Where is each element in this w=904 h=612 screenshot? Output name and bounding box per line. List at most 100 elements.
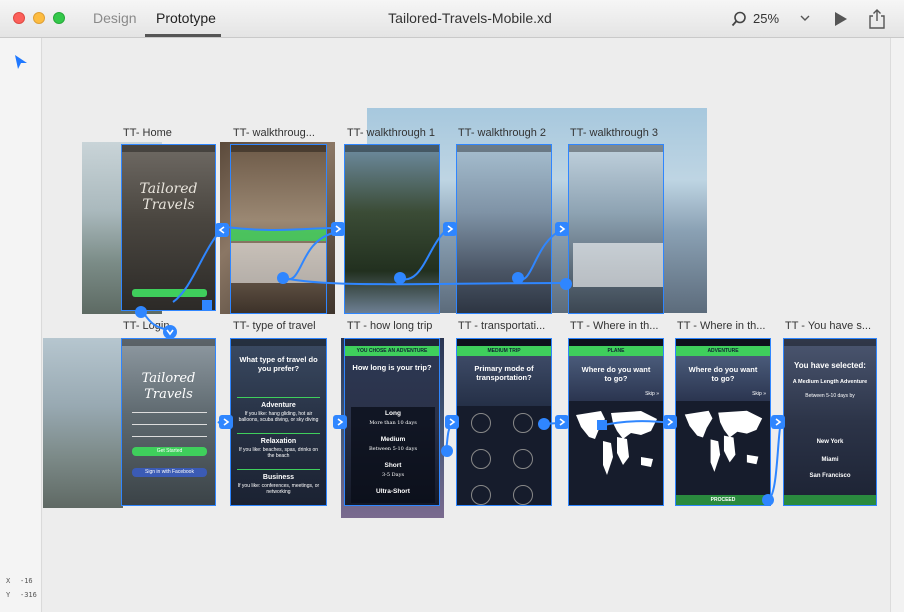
bus-option-icon [513,485,533,505]
login-logo-line2: Travels [144,387,193,402]
wire-node[interactable] [277,272,289,284]
title-bar: Design Prototype Tailored-Travels-Mobile… [0,0,904,38]
short-duration: 3-5 Days [381,472,405,478]
hotspot-arrow-right-icon[interactable] [555,415,569,429]
hotspot-arrow-left-icon[interactable] [215,223,229,237]
facebook-signin-button: Sign in with Facebook [132,468,207,477]
artboard-home[interactable]: Tailored Travels [121,144,216,311]
relaxation-label: Relaxation [260,438,297,445]
option-business: Business If you like: conferences, meetin… [236,469,321,495]
artboard-label-transportation[interactable]: TT - transportati... [458,320,563,332]
medium-duration: Between 5-10 days [368,446,418,452]
artboard-where-2[interactable]: ADVENTURE Where do you want to go? Skip … [675,338,771,506]
selected-days: Between 5-10 days by [805,393,855,399]
hotspot-arrow-right-icon[interactable] [333,415,347,429]
active-tab-indicator [145,34,221,37]
share-icon[interactable] [868,8,886,30]
hotspot-arrow-right-icon[interactable] [443,222,457,236]
artboard-label-home[interactable]: TT- Home [123,127,228,139]
where-1-skip: Skip » [645,391,659,397]
artboard-how-long-trip[interactable]: YOU CHOSE AN ADVENTURE How long is your … [344,338,440,506]
select-arrow-icon[interactable] [14,54,28,70]
wire-node[interactable] [538,418,550,430]
vertical-scrollbar[interactable] [890,38,904,612]
artboard-label-type-of-travel[interactable]: TT- type of travel [233,320,338,332]
adventure-desc: If you like: hang gliding, hot air ballo… [238,411,319,423]
hotspot-arrow-right-icon[interactable] [555,222,569,236]
close-window-button[interactable] [13,12,25,24]
play-icon[interactable] [834,11,848,27]
artboard-type-of-travel[interactable]: What type of travel do you prefer? Adven… [230,338,327,506]
adventure-label: Adventure [261,402,296,409]
wire-node[interactable] [394,272,406,284]
get-started-button: Get Started [132,447,207,456]
where-2-header: ADVENTURE [676,346,770,356]
hotspot-arrow-right-icon[interactable] [219,415,233,429]
hotspot-arrow-right-icon[interactable] [771,415,785,429]
motorcycle-option-icon [513,449,533,469]
cursor-y-readout: Y -316 [6,591,37,599]
wire-node[interactable] [597,420,607,430]
xd-window: Design Prototype Tailored-Travels-Mobile… [0,0,904,612]
artboard-label-walkthrough-3[interactable]: TT- walkthrough 3 [570,127,675,139]
tab-prototype[interactable]: Prototype [156,10,216,26]
wire-node[interactable] [560,278,572,290]
artboard-walkthrough-2[interactable] [456,144,552,314]
option-medium: Medium [380,436,406,443]
option-relaxation: Relaxation If you like: beaches, spas, dr… [236,433,321,459]
artboard-label-how-long-trip[interactable]: TT - how long trip [347,320,452,332]
artboard-login[interactable]: Tailored Travels Get Started Sign in wit… [121,338,216,506]
cursor-x-readout: X -16 [6,577,33,585]
y-label: Y [6,591,11,599]
login-logo-line1: Tailored [141,371,196,386]
artboard-you-have-selected[interactable]: You have selected: A Medium Length Adven… [783,338,877,506]
wire-node[interactable] [762,494,774,506]
relaxation-desc: If you like: beaches, spas, drinks on th… [238,447,319,459]
prototype-canvas[interactable]: TT- Home TT- walkthroug... TT- walkthrou… [43,38,890,612]
duration-options: Long More than 10 days Medium Between 5-… [351,407,435,503]
selected-city-san-francisco: San Francisco [809,473,851,479]
maximize-window-button[interactable] [53,12,65,24]
hotspot-arrow-down-icon[interactable] [163,325,177,339]
x-value: -16 [20,577,33,585]
artboard-label-you-have-selected[interactable]: TT - You have s... [785,320,890,332]
artboard-label-walkthrough[interactable]: TT- walkthroug... [233,127,338,139]
selected-footer-bar [784,495,876,505]
artboard-where-1[interactable]: PLANE Where do you want to go? Skip » [568,338,664,506]
artboard-walkthrough-3[interactable] [568,144,664,314]
artboard-label-walkthrough-2[interactable]: TT- walkthrough 2 [458,127,563,139]
zoom-level[interactable]: 25% [753,11,779,26]
artboard-walkthrough-1[interactable] [344,144,440,314]
artboard-label-where-1[interactable]: TT - Where in th... [570,320,675,332]
how-long-header: YOU CHOSE AN ADVENTURE [345,346,439,356]
world-map-image [684,410,763,472]
home-logo-line1: Tailored [139,181,198,197]
landscape-background-image [43,338,123,508]
plane-option-icon [513,413,533,433]
wire-node[interactable] [202,300,212,310]
wire-node[interactable] [441,445,453,457]
train-option-icon [471,485,491,505]
car-option-icon [471,413,491,433]
chevron-down-icon[interactable] [800,13,810,23]
home-signin-button [132,289,207,297]
wire-node[interactable] [135,306,147,318]
zoom-search-icon[interactable] [731,11,747,27]
business-label: Business [262,474,295,481]
business-desc: If you like: conferences, meetings, or n… [237,483,320,495]
option-ultra-short: Ultra-Short [376,488,410,495]
artboard-label-walkthrough-1[interactable]: TT- walkthrough 1 [347,127,452,139]
option-adventure: Adventure If you like: hang gliding, hot … [236,397,321,423]
hotspot-arrow-right-icon[interactable] [445,415,459,429]
where-2-question: Where do you want to go? [688,365,758,383]
type-of-travel-question: What type of travel do you prefer? [239,355,318,373]
tab-design[interactable]: Design [93,10,137,26]
artboard-label-where-2[interactable]: TT - Where in th... [677,320,782,332]
minimize-window-button[interactable] [33,12,45,24]
wire-node[interactable] [512,272,524,284]
artboard-walkthrough[interactable] [230,144,327,314]
hotspot-arrow-right-icon[interactable] [331,222,345,236]
walkthrough-3-card [573,243,663,287]
hotspot-arrow-right-icon[interactable] [663,415,677,429]
transportation-header: MEDIUM TRIP [457,346,551,356]
